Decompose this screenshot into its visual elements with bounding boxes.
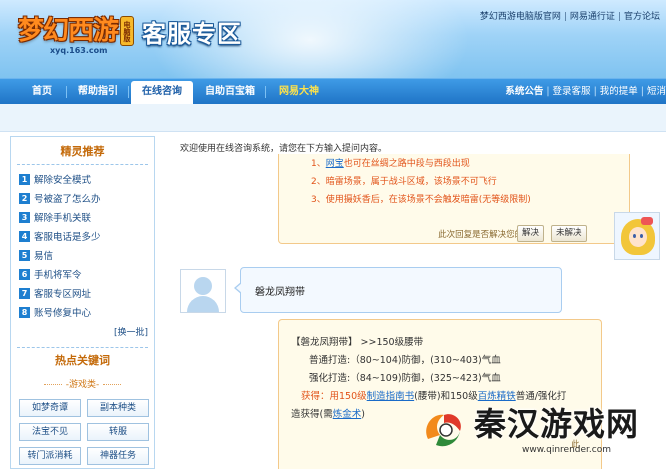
sub-bar [0, 104, 666, 132]
list-item[interactable]: 8 账号修复中心 [19, 304, 154, 323]
sidebar: 精灵推荐 1 解除安全模式 2 号被盗了怎么办 3 解除手机关联 4 客服电话是多少 5… [10, 136, 155, 469]
logo-badge: 电脑版 [120, 16, 134, 46]
watermark-logo-icon [426, 414, 461, 447]
link-announcement[interactable]: 系统公告 [505, 86, 543, 97]
welcome-text: 欢迎使用在线咨询系统，请您在下方输入提问内容。 [180, 144, 388, 154]
keyword-category: -游戏类- [11, 375, 154, 395]
reply-bubble: 1、网宝也可在丝绸之路中段与西段出现 2、暗雷场景，属于战斗区域，该场景不可飞行… [278, 154, 630, 244]
list-item[interactable]: 3 解除手机关联 [19, 209, 154, 228]
link-my-tickets[interactable]: 我的提单 [600, 86, 638, 97]
main-nav: 首页 帮助指引 在线咨询 自助百宝箱 网易大神 系统公告 | 登录客服 | 我的提单 | 短… [0, 78, 666, 105]
sidebar-title-recommend: 精灵推荐 [11, 137, 154, 167]
resolved-button[interactable]: 解决 [517, 225, 545, 242]
top-links: 梦幻西游电脑版官网 | 网易通行证 | 官方论坛 [479, 12, 660, 22]
sidebar-title-keywords: 热点关键词 [11, 347, 154, 375]
npc-avatar [614, 212, 660, 260]
link-official-site[interactable]: 梦幻西游电脑版官网 [480, 12, 561, 22]
link-alchemy[interactable]: 炼金术 [333, 409, 362, 420]
page-title: 客服专区 [142, 20, 242, 48]
recommend-list: 1 解除安全模式 2 号被盗了怎么办 3 解除手机关联 4 客服电话是多少 5 易信 6手… [11, 167, 154, 323]
watermark: 秦汉游戏网 www.qinrender.com [410, 395, 666, 469]
keyword-button[interactable]: 转门派消耗 [19, 447, 81, 465]
strong-craft: 强化打造:（84~109)防御，(325~423)气血 [309, 373, 501, 384]
reply-line: 3、使用摄妖香后，在该场景不会触发暗雷(无等级限制) [311, 195, 531, 205]
reply-line: 1、网宝也可在丝绸之路中段与西段出现 [311, 159, 470, 169]
nav-help[interactable]: 帮助指引 [70, 79, 126, 105]
get-method-cont: 造获得(需炼金术) [291, 409, 365, 420]
nav-right-links: 系统公告 | 登录客服 | 我的提单 | 短消 [505, 86, 666, 97]
link-forum[interactable]: 官方论坛 [624, 12, 660, 22]
logo-url: xyq.163.com [50, 46, 108, 55]
keyword-button[interactable]: 神器任务 [87, 447, 149, 465]
game-logo[interactable]: 梦幻西游 电脑版 xyq.163.com [8, 6, 136, 60]
normal-craft: 普通打造:（80~104)防御，(310~403)气血 [309, 355, 501, 366]
item-title: 【磐龙凤翔带】 >>150级腰带 [291, 337, 424, 348]
keyword-button[interactable]: 副本种类 [87, 399, 149, 417]
nav-online-consult[interactable]: 在线咨询 [131, 81, 193, 105]
site-header: 梦幻西游 电脑版 xyq.163.com 客服专区 梦幻西游电脑版官网 | 网易通行… [0, 0, 666, 78]
list-item[interactable]: 4 客服电话是多少 [19, 228, 154, 247]
keyword-button[interactable]: 如梦奇谭 [19, 399, 81, 417]
user-message-bubble: 磐龙凤翔带 [234, 267, 562, 313]
list-item[interactable]: 1 解除安全模式 [19, 171, 154, 190]
keyword-button[interactable]: 转服 [87, 423, 149, 441]
nav-dashen[interactable]: 网易大神 [268, 79, 330, 105]
list-item[interactable]: 2 号被盗了怎么办 [19, 190, 154, 209]
watermark-text: 秦汉游戏网 [474, 405, 640, 443]
unresolved-button[interactable]: 未解决 [551, 225, 587, 242]
link-passport[interactable]: 网易通行证 [570, 12, 615, 22]
logo-title: 梦幻西游 [18, 16, 119, 46]
list-item[interactable]: 5 易信 [19, 247, 154, 266]
link-manual[interactable]: 制造指南书 [367, 391, 415, 402]
list-item[interactable]: 7 客服专区网址 [19, 285, 154, 304]
link-item[interactable]: 网宝 [326, 159, 344, 169]
list-item[interactable]: 6 手机将军令 [19, 266, 154, 285]
nav-home[interactable]: 首页 [20, 79, 64, 105]
switch-batch-link[interactable]: [换一批] [11, 325, 154, 341]
link-login[interactable]: 登录客服 [553, 86, 591, 97]
user-message-text: 磐龙凤翔带 [255, 287, 305, 298]
watermark-url: www.qinrender.com [522, 445, 611, 455]
keyword-button[interactable]: 法宝不见 [19, 423, 81, 441]
nav-self-service[interactable]: 自助百宝箱 [198, 79, 262, 105]
reply-line: 2、暗雷场景，属于战斗区域，该场景不可飞行 [311, 177, 497, 187]
link-messages[interactable]: 短消 [647, 86, 666, 97]
user-avatar [180, 269, 226, 313]
